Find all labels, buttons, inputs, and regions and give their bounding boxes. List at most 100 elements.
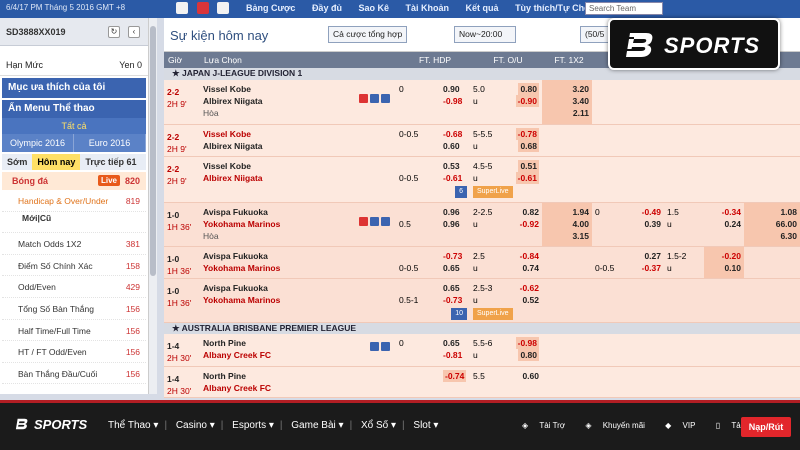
odds-value[interactable]: 0.80 [518,83,539,95]
star-icon[interactable]: ★ [172,68,182,78]
sport-football[interactable]: Bóng đá Live 820 [2,172,146,190]
home-icon[interactable] [176,2,188,14]
odds-value[interactable]: 0.53 [443,160,460,172]
nav-preferences[interactable]: Tùy thích/Tự Chọn [515,3,595,13]
deposit-withdraw-button[interactable]: Nạp/Rút [741,417,791,437]
odds-value[interactable]: -0.34 [707,206,741,218]
stats-icon[interactable] [370,216,379,226]
market-item[interactable]: Tổng Số Bàn Thắng 156 [2,298,146,320]
market-item[interactable]: Match Odds 1X2 381 [2,233,146,255]
odds-value[interactable]: -0.61 [515,171,539,184]
nav-results[interactable]: Kết quả [466,3,499,13]
odds-value[interactable]: -0.84 [520,250,539,262]
odds-value[interactable]: 0.65 [443,337,460,349]
odds-value[interactable]: 0.82 [522,206,539,218]
live-stream-icon[interactable] [359,94,368,103]
odds-value[interactable]: 1.08 [747,206,797,218]
odds-value[interactable]: 2.11 [545,107,589,119]
odds-value[interactable]: 0.96 [443,218,460,230]
superlive-button[interactable]: SuperLive [473,307,513,320]
odds-value[interactable]: -0.98 [515,337,539,349]
live-stream-icon[interactable] [359,216,368,226]
market-item[interactable]: Handicap & Over/Under 819 [2,190,146,212]
menu-lottery[interactable]: Xổ Số ▾ [361,420,396,431]
filter-euro[interactable]: Euro 2016 [74,134,146,152]
odds-value[interactable]: -0.81 [443,349,462,361]
odds-value[interactable]: 0.27 [631,250,661,262]
odds-value[interactable]: 3.15 [545,230,589,242]
favorite-icon[interactable] [381,94,390,103]
odds-value[interactable]: 0.24 [707,218,741,230]
market-item[interactable]: Điểm Số Chính Xác 158 [2,255,146,277]
tab-early[interactable]: Sớm [2,154,32,170]
odds-value[interactable]: 0.65 [443,282,460,294]
market-item[interactable]: Half Time/Full Time 156 [2,320,146,342]
odds-value[interactable]: -0.37 [631,262,661,274]
odds-value[interactable]: 0.96 [443,206,460,218]
odds-value[interactable]: 0.90 [443,83,460,95]
market-item[interactable]: Odd/Even 429 [2,276,146,298]
odds-value[interactable]: 0.52 [522,294,539,306]
odds-value[interactable]: -0.61 [443,172,462,184]
back-icon[interactable]: ‹ [128,26,140,38]
odds-value[interactable]: 0.80 [518,349,539,361]
filter-olympic[interactable]: Olympic 2016 [2,134,74,152]
odds-value[interactable]: -0.90 [515,95,539,107]
tab-today[interactable]: Hôm nay [32,154,81,170]
odds-value[interactable]: 3.40 [545,95,589,107]
nav-betting-board[interactable]: Bảng Cược [246,3,295,13]
market-item[interactable]: Mới|Cũ [2,212,146,234]
odds-value[interactable]: -0.68 [443,128,462,140]
odds-value[interactable]: -0.73 [443,250,462,262]
filter-all[interactable]: Tất cả [2,118,146,134]
favorite-icon[interactable] [381,216,390,226]
odds-value[interactable]: -0.98 [443,95,462,107]
search-input[interactable]: Search Team [585,2,663,15]
hide-sport-menu-button[interactable]: Ẩn Menu Thể thao [2,100,146,118]
nav-statement[interactable]: Sao Kê [358,3,389,13]
odds-value[interactable]: 0.10 [707,262,741,274]
odds-value[interactable]: -0.78 [515,127,539,140]
odds-value[interactable]: 66.00 [747,218,797,230]
odds-value[interactable]: 4.00 [545,218,589,230]
menu-card-games[interactable]: Game Bài ▾ [291,420,343,431]
odds-value[interactable]: 0.68 [518,139,539,152]
menu-casino[interactable]: Casino ▾ [176,420,215,431]
more-bets-button[interactable]: 10 [451,307,467,320]
odds-value[interactable]: -0.92 [520,218,539,230]
odds-value[interactable]: 3.20 [545,83,589,95]
odds-value[interactable]: 0.51 [518,159,539,172]
star-icon[interactable]: ★ [172,323,182,333]
scrollbar-thumb[interactable] [150,26,156,276]
odds-value[interactable]: 0.65 [443,262,460,274]
mail-icon[interactable] [217,2,230,14]
odds-value[interactable]: -0.20 [707,250,741,262]
menu-slot[interactable]: Slot ▾ [413,420,438,431]
vip-link[interactable]: ◆ VIP [665,421,704,430]
odds-value[interactable]: -0.49 [631,206,661,218]
odds-value[interactable]: 6.30 [747,230,797,242]
odds-value[interactable]: 0.74 [522,262,539,274]
odds-value[interactable]: 0.60 [522,370,539,382]
tab-live[interactable]: Trực tiếp 61 [80,154,141,170]
stats-icon[interactable] [370,94,379,103]
nav-account[interactable]: Tài Khoản [406,3,450,13]
more-bets-button[interactable]: 6 [455,185,467,198]
refresh-icon[interactable]: ↻ [108,26,120,38]
flag-icon[interactable] [196,2,209,14]
sidebar-scrollbar[interactable] [148,18,157,394]
menu-esports[interactable]: Esports ▾ [232,420,274,431]
page-size-select[interactable]: (50/5 [580,26,610,43]
bet-type-select[interactable]: Cả cược tổng hợp [328,26,408,43]
market-item[interactable]: Bàn Thắng Đầu/Cuối 156 [2,363,146,385]
odds-value[interactable]: -0.73 [443,294,462,306]
site-brand[interactable]: SPORTS [12,417,87,432]
favorite-icon[interactable] [381,342,390,351]
odds-value[interactable]: 0.39 [631,218,661,230]
odds-value[interactable]: -0.62 [520,282,539,294]
menu-sports[interactable]: Thể Thao ▾ [108,420,158,431]
nav-full[interactable]: Đầy đủ [312,3,342,13]
stats-icon[interactable] [370,342,379,351]
odds-value[interactable]: 0.60 [443,140,460,152]
market-item[interactable]: HT / FT Odd/Even 156 [2,341,146,363]
